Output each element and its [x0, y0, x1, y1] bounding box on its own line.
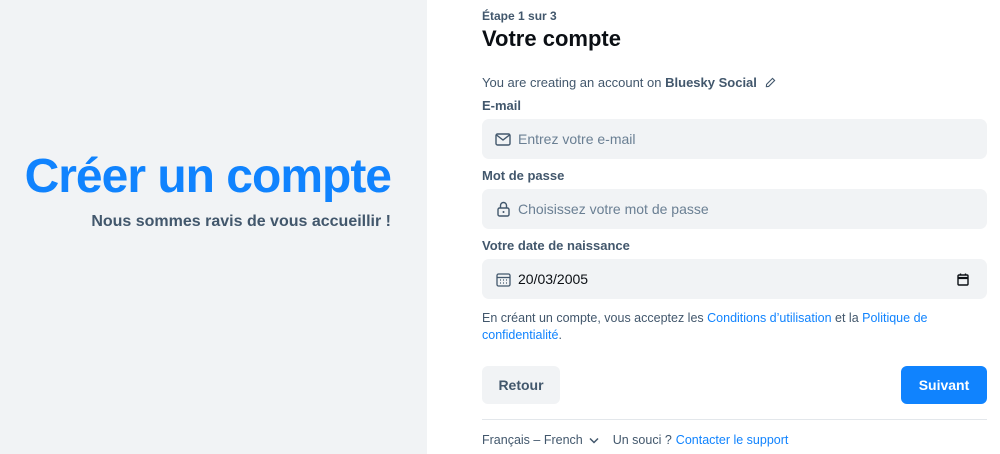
next-button[interactable]: Suivant [901, 366, 987, 404]
password-input[interactable] [518, 201, 918, 217]
footer: Français – French Un souci ? Contacter l… [482, 433, 788, 447]
lock-icon [494, 200, 512, 218]
help-prefix: Un souci ? [612, 433, 672, 447]
hero-subtitle: Nous sommes ravis de vous accueillir ! [91, 213, 391, 230]
birthdate-label: Votre date de naissance [482, 238, 630, 253]
email-field[interactable] [482, 119, 987, 159]
hero-title: Créer un compte [24, 150, 392, 203]
birthdate-input[interactable]: 20/03/2005 [518, 271, 955, 287]
email-input[interactable] [518, 131, 918, 147]
support-link[interactable]: Contacter le support [676, 433, 789, 447]
legal-prefix: En créant un compte, vous acceptez les [482, 311, 704, 325]
terms-link[interactable]: Conditions d’utilisation [707, 311, 831, 325]
chevron-down-icon [589, 437, 599, 444]
language-selector[interactable]: Français – French [482, 433, 613, 447]
back-button[interactable]: Retour [482, 366, 560, 404]
footer-divider [482, 419, 987, 420]
hosting-provider: You are creating an account on Bluesky S… [482, 75, 776, 91]
password-field[interactable] [482, 189, 987, 229]
signup-form: Étape 1 sur 3 Votre compte You are creat… [482, 0, 987, 454]
legal-notice: En créant un compte, vous acceptez les C… [482, 310, 982, 344]
welcome-panel: Créer un compte Nous sommes ravis de vou… [0, 0, 427, 454]
hosting-provider-name: Bluesky Social [665, 75, 757, 90]
calendar-icon [494, 270, 512, 288]
pencil-icon[interactable] [765, 76, 776, 91]
calendar-picker-icon[interactable] [955, 271, 971, 287]
envelope-icon [494, 130, 512, 148]
password-label: Mot de passe [482, 168, 565, 183]
hosting-provider-prefix: You are creating an account on [482, 75, 662, 90]
language-label: Français – French [482, 433, 583, 447]
legal-middle: et la [835, 311, 859, 325]
step-indicator: Étape 1 sur 3 [482, 9, 557, 23]
form-title: Votre compte [482, 26, 621, 51]
birthdate-field[interactable]: 20/03/2005 [482, 259, 987, 299]
signup-page: Créer un compte Nous sommes ravis de vou… [0, 0, 1000, 454]
email-label: E-mail [482, 98, 522, 113]
legal-suffix: . [558, 328, 562, 342]
